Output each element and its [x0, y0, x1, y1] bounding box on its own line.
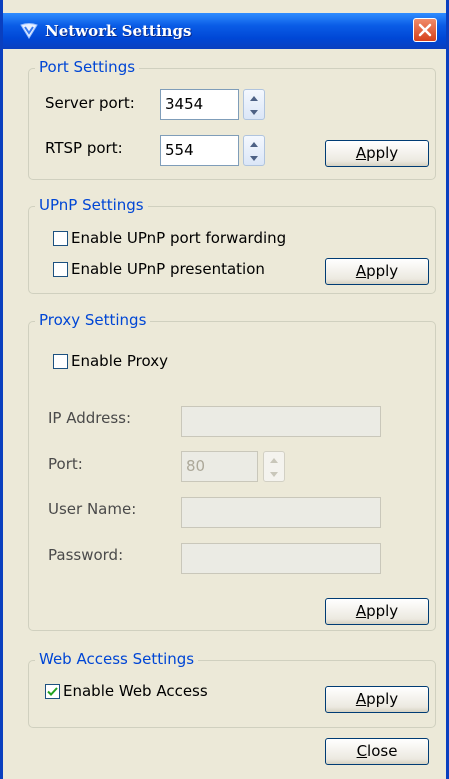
server-port-label: Server port:: [45, 94, 135, 112]
upnp-settings-legend: UPnP Settings: [35, 196, 148, 214]
spin-up-icon[interactable]: [250, 141, 258, 147]
shield-icon: [20, 23, 38, 39]
server-port-input[interactable]: 3454: [160, 89, 239, 120]
upnp-presentation-label[interactable]: Enable UPnP presentation: [71, 260, 265, 278]
web-access-settings-legend: Web Access Settings: [35, 650, 199, 668]
window-title: Network Settings: [45, 22, 192, 40]
button-label: pply: [366, 262, 399, 280]
proxy-port-spinner[interactable]: [263, 451, 285, 482]
enable-web-access-checkbox[interactable]: [45, 684, 60, 699]
web-access-apply-button[interactable]: Apply: [325, 686, 429, 713]
title-bar[interactable]: Network Settings: [3, 13, 446, 49]
accel-key: C: [356, 742, 368, 760]
button-label: pply: [366, 690, 399, 708]
rtsp-port-label: RTSP port:: [45, 139, 123, 157]
upnp-apply-button[interactable]: Apply: [325, 258, 429, 285]
spin-down-icon[interactable]: [250, 109, 258, 115]
close-button[interactable]: Close: [325, 738, 429, 765]
upnp-port-forwarding-label[interactable]: Enable UPnP port forwarding: [71, 229, 286, 247]
spin-down-icon[interactable]: [270, 471, 278, 477]
rtsp-port-input[interactable]: 554: [160, 135, 239, 166]
enable-web-access-label[interactable]: Enable Web Access: [63, 682, 208, 700]
spin-up-icon[interactable]: [250, 95, 258, 101]
accel-key: A: [355, 144, 367, 162]
password-label: Password:: [48, 546, 124, 564]
button-label: pply: [366, 602, 399, 620]
proxy-apply-button[interactable]: Apply: [325, 598, 429, 625]
network-settings-window: Network Settings Port Settings Server po…: [0, 0, 449, 779]
ip-address-label: IP Address:: [48, 409, 132, 427]
button-label: lose: [367, 742, 398, 760]
proxy-settings-legend: Proxy Settings: [35, 311, 151, 329]
spin-up-icon[interactable]: [270, 457, 278, 463]
user-name-input[interactable]: [181, 497, 381, 528]
button-label: pply: [366, 144, 399, 162]
accel-key: A: [355, 602, 367, 620]
accel-key: A: [355, 690, 367, 708]
server-port-spinner[interactable]: [243, 89, 265, 120]
spin-down-icon[interactable]: [250, 155, 258, 161]
proxy-port-input[interactable]: 80: [181, 451, 258, 482]
rtsp-port-spinner[interactable]: [243, 135, 265, 166]
ip-address-input[interactable]: [181, 406, 381, 437]
accel-key: A: [355, 262, 367, 280]
enable-proxy-checkbox[interactable]: [53, 354, 68, 369]
proxy-port-label: Port:: [48, 455, 83, 473]
upnp-port-forwarding-checkbox[interactable]: [53, 231, 68, 246]
user-name-label: User Name:: [48, 500, 137, 518]
enable-proxy-label[interactable]: Enable Proxy: [71, 352, 168, 370]
password-input[interactable]: [181, 543, 381, 574]
close-icon: [418, 23, 432, 37]
close-window-button[interactable]: [413, 18, 437, 42]
port-settings-legend: Port Settings: [35, 58, 140, 76]
upnp-presentation-checkbox[interactable]: [53, 262, 68, 277]
port-apply-button[interactable]: Apply: [325, 140, 429, 167]
checkmark-icon: [47, 687, 58, 696]
